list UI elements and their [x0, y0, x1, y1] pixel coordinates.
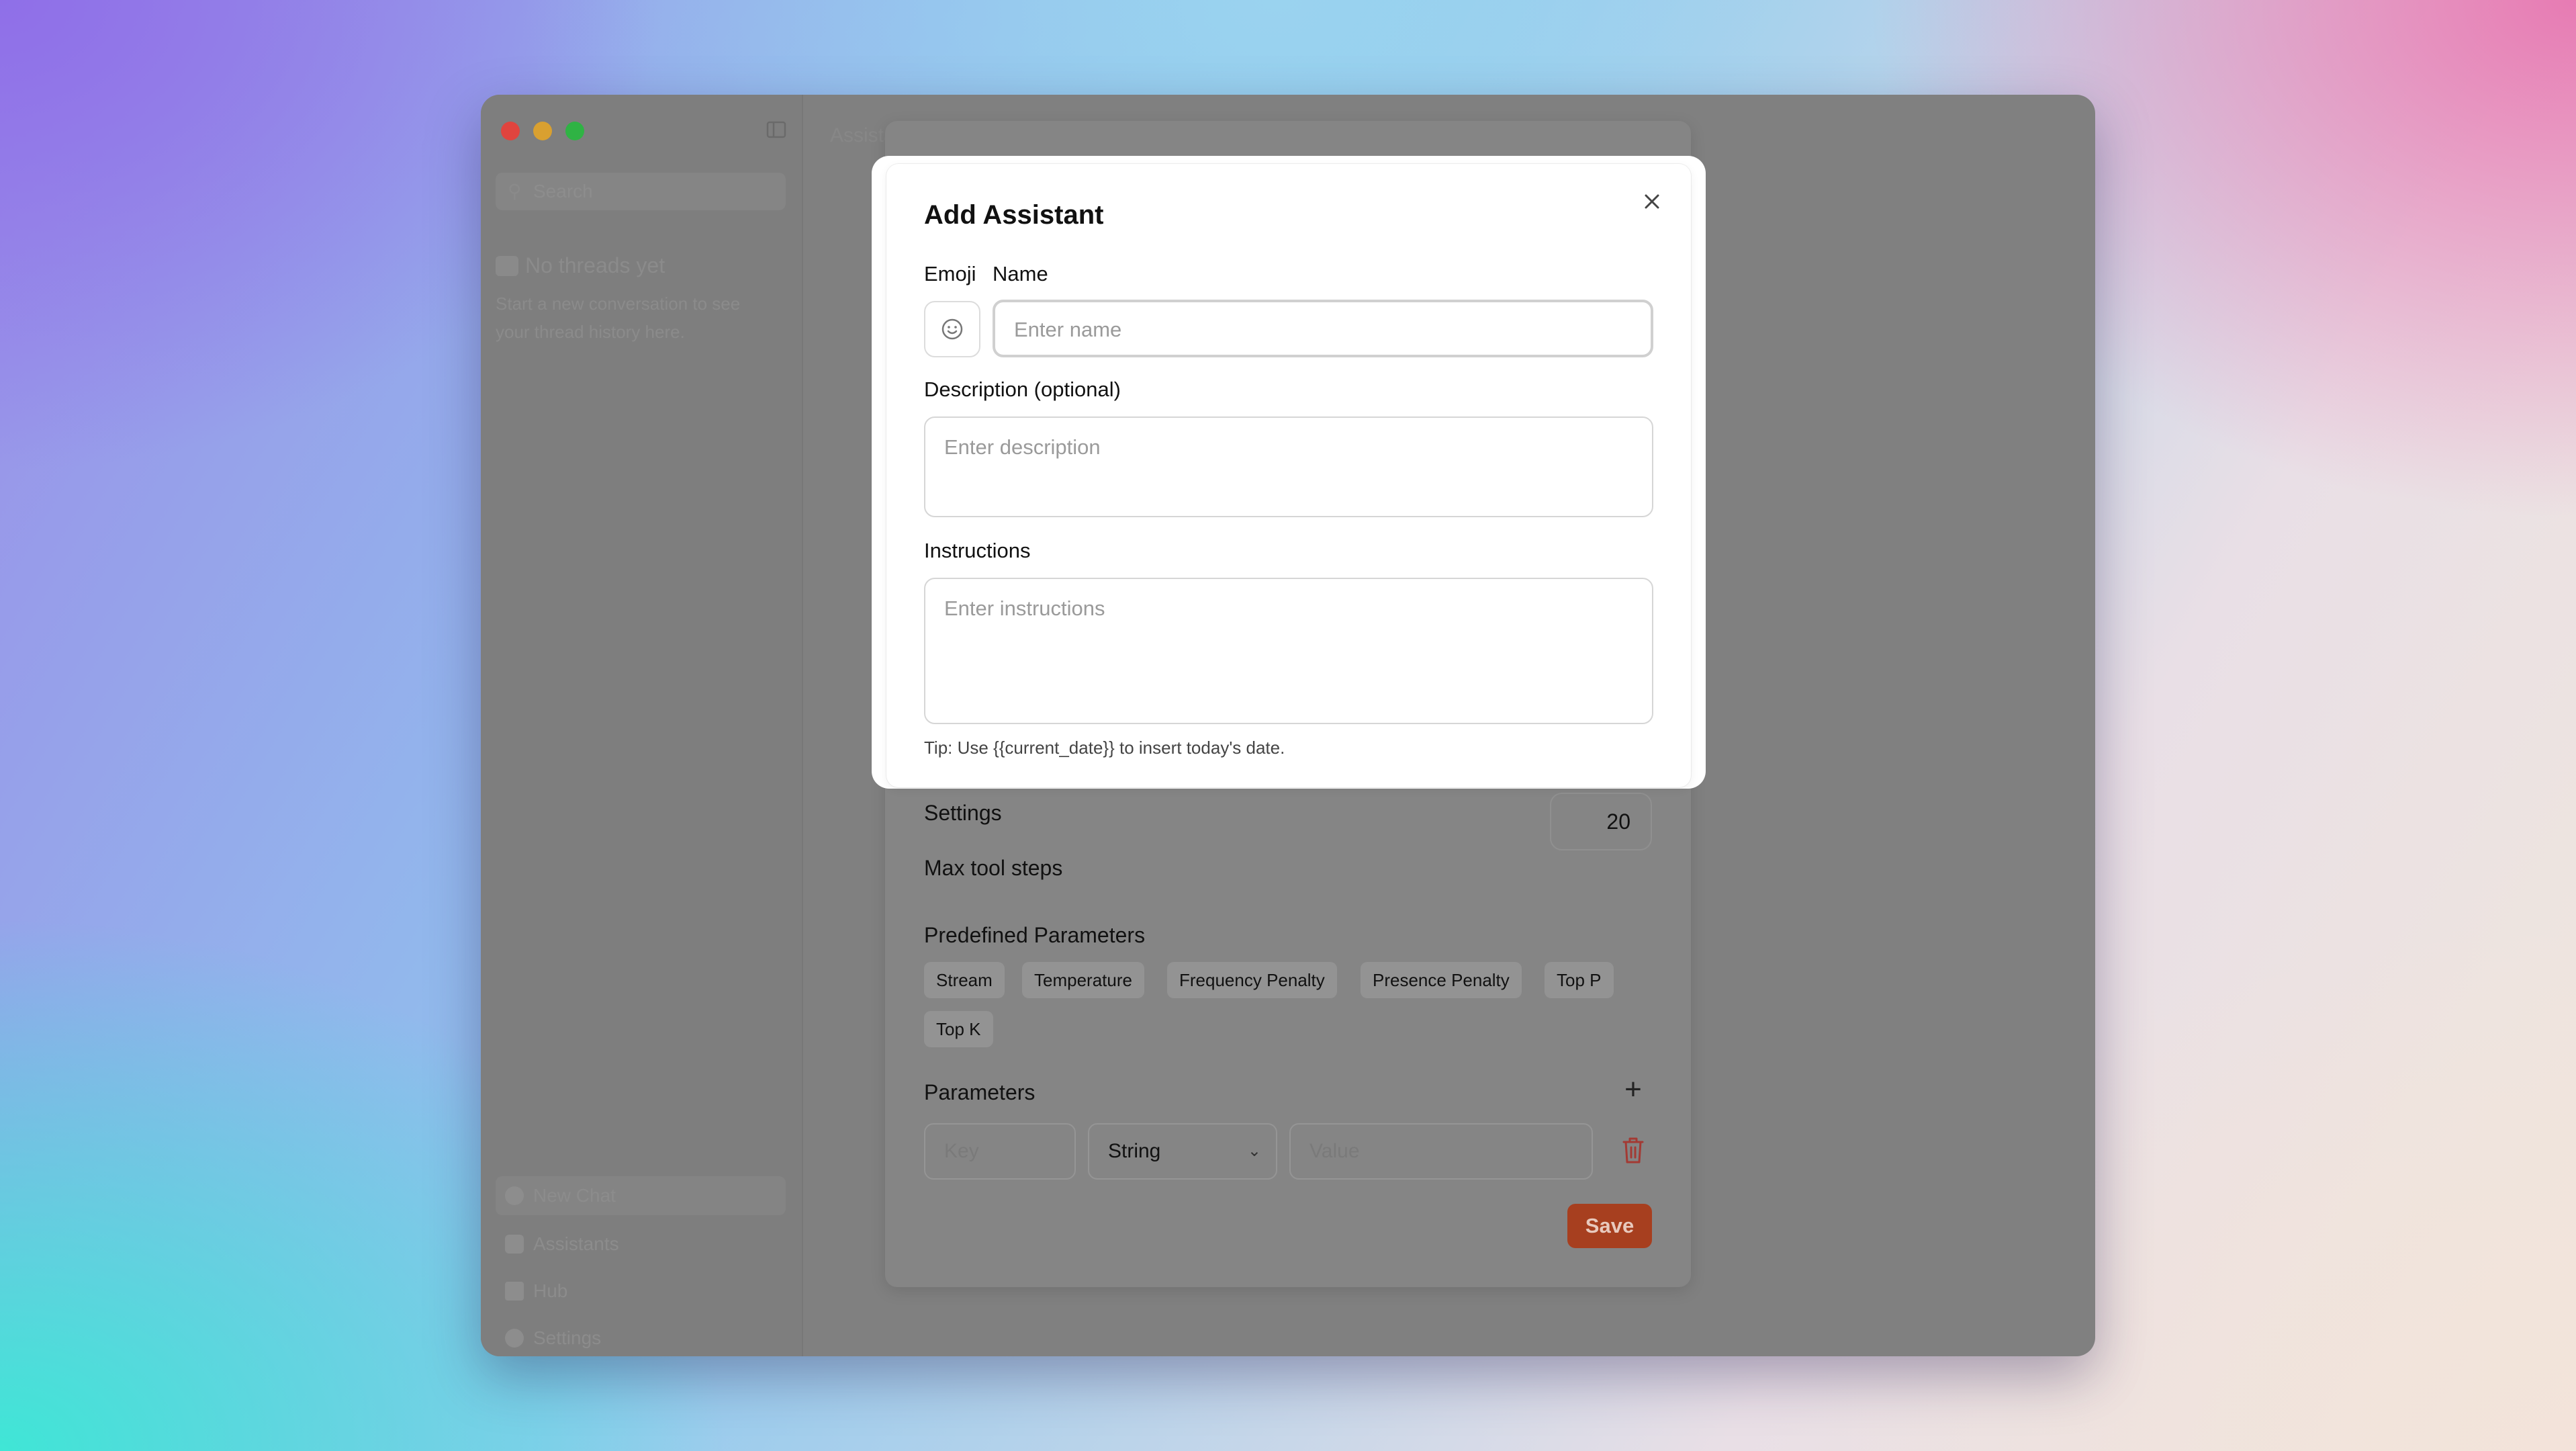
sidebar-item-hub[interactable]: Hub [496, 1272, 786, 1311]
max-tool-steps-label: Max tool steps [924, 856, 1063, 880]
sidebar-item-settings[interactable]: Settings [496, 1319, 786, 1356]
instructions-input[interactable]: Enter instructions [924, 578, 1653, 724]
chip-stream[interactable]: Stream [924, 962, 1005, 998]
dialog-title: Add Assistant [924, 200, 1104, 230]
search-placeholder: Search [533, 181, 593, 202]
chip-temperature[interactable]: Temperature [1022, 962, 1144, 998]
close-window-button[interactable] [501, 122, 520, 140]
chip-top-k[interactable]: Top K [924, 1011, 993, 1047]
predefined-parameters-label: Predefined Parameters [924, 923, 1146, 947]
plus-circle-icon [505, 1186, 524, 1205]
empty-threads-title: No threads yet [525, 253, 665, 277]
assistant-icon [505, 1235, 524, 1254]
emoji-picker-button[interactable] [924, 301, 980, 357]
name-label: Name [993, 262, 1048, 285]
description-input[interactable]: Enter description [924, 416, 1653, 517]
parameter-value-input[interactable]: Value [1289, 1123, 1593, 1180]
minimize-window-button[interactable] [533, 122, 552, 140]
sidebar-item-new-chat[interactable]: New Chat [496, 1176, 786, 1215]
close-icon[interactable] [1639, 188, 1665, 215]
sidebar: ⚲ Search No threads yet Start a new conv… [481, 95, 803, 1356]
maximize-window-button[interactable] [565, 122, 584, 140]
instructions-tip: Tip: Use {{current_date}} to insert toda… [924, 738, 1285, 758]
empty-threads-subtitle: Start a new conversation to see your thr… [496, 294, 741, 342]
gear-icon [505, 1329, 524, 1348]
sidebar-toggle-icon[interactable] [766, 119, 787, 140]
add-parameter-icon[interactable]: + [1620, 1075, 1647, 1104]
name-input[interactable]: Enter name [993, 300, 1653, 357]
max-tool-steps-input[interactable]: 20 [1550, 793, 1652, 850]
description-label: Description (optional) [924, 378, 1121, 401]
parameter-type-value: String [1108, 1140, 1161, 1162]
search-icon: ⚲ [508, 181, 522, 202]
save-button[interactable]: Save [1567, 1204, 1652, 1248]
sidebar-item-label: Hub [533, 1280, 568, 1301]
sidebar-item-assistants[interactable]: Assistants [496, 1225, 786, 1264]
emoji-label: Emoji [924, 262, 976, 285]
grid-icon [505, 1282, 524, 1301]
sidebar-item-label: Settings [533, 1327, 602, 1348]
chip-presence-penalty[interactable]: Presence Penalty [1361, 962, 1522, 998]
parameter-type-select[interactable]: String ⌄ [1088, 1123, 1277, 1180]
trash-icon[interactable] [1621, 1135, 1645, 1165]
sidebar-item-label: New Chat [533, 1185, 616, 1206]
parameter-key-input[interactable]: Key [924, 1123, 1076, 1180]
settings-heading: Settings [924, 801, 1002, 825]
sidebar-item-label: Assistants [533, 1233, 619, 1254]
parameters-label: Parameters [924, 1080, 1036, 1104]
chip-frequency-penalty[interactable]: Frequency Penalty [1167, 962, 1337, 998]
chip-top-p[interactable]: Top P [1545, 962, 1614, 998]
instructions-label: Instructions [924, 539, 1031, 562]
search-input[interactable]: ⚲ Search [496, 173, 786, 210]
smiley-icon [941, 318, 963, 340]
chevron-down-icon: ⌄ [1247, 1142, 1261, 1160]
chat-bubble-icon [496, 256, 518, 276]
